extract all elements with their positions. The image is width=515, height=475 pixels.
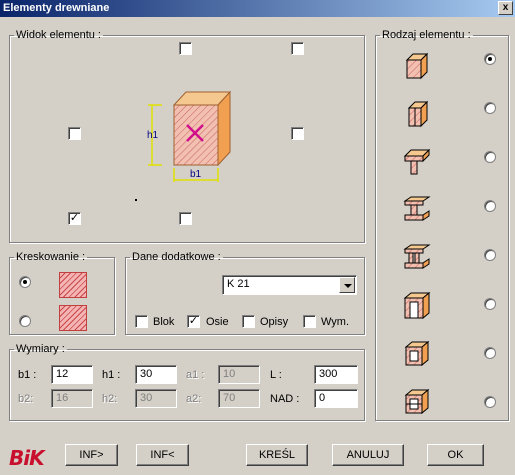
b1-label: b1 : xyxy=(18,369,37,381)
inf-prev-button[interactable]: INF< xyxy=(136,444,189,466)
hatch-pattern-2 xyxy=(59,305,87,331)
dot-marker xyxy=(135,199,137,201)
h2-label: h2: xyxy=(102,393,118,405)
i-section-icon[interactable] xyxy=(403,196,431,224)
l-label: L : xyxy=(270,369,282,381)
hatch-radio-2[interactable] xyxy=(19,315,31,327)
draw-button[interactable]: KREŚL xyxy=(246,444,308,466)
a1-input: 10 xyxy=(218,365,260,384)
window-title: Elementy drewniane xyxy=(3,2,110,14)
kreskowanie-legend: Kreskowanie : xyxy=(16,251,86,263)
close-button[interactable]: x xyxy=(498,1,513,15)
dim-label-h1: h1 xyxy=(147,130,159,141)
element-radio-2[interactable] xyxy=(484,102,496,114)
a2-input: 70 xyxy=(218,389,260,408)
chevron-down-icon[interactable] xyxy=(339,277,355,293)
opisy-checkbox[interactable] xyxy=(242,315,255,328)
double-i-section-icon[interactable] xyxy=(403,244,431,272)
rodzaj-group: Rodzaj elementu : xyxy=(375,29,509,421)
h1-input[interactable]: 30 xyxy=(135,365,177,384)
type-select-value: K 21 xyxy=(227,278,250,290)
view-checkbox-top-center[interactable] xyxy=(179,42,192,55)
nad-input[interactable]: 0 xyxy=(314,389,358,408)
view-checkbox-middle-left[interactable] xyxy=(68,127,81,140)
blok-checkbox[interactable] xyxy=(135,315,148,328)
a1-label: a1 : xyxy=(186,369,205,381)
element-radio-1[interactable] xyxy=(484,53,496,65)
nad-label: NAD : xyxy=(270,393,300,405)
b1-input[interactable]: 12 xyxy=(51,365,93,384)
rectangular-beam-icon[interactable] xyxy=(403,52,431,80)
frame-section-icon[interactable] xyxy=(403,340,431,368)
blok-label: Blok xyxy=(153,316,175,328)
beam-preview-illustration: h1 b1 xyxy=(147,90,232,182)
wymiary-legend: Wymiary : xyxy=(16,343,65,355)
element-radio-7[interactable] xyxy=(484,347,496,359)
dim-label-b1: b1 xyxy=(190,169,202,180)
h1-label: h1 : xyxy=(102,369,121,381)
element-radio-6[interactable] xyxy=(484,298,496,310)
logo-text: BiK xyxy=(9,446,45,470)
view-checkbox-top-right[interactable] xyxy=(291,42,304,55)
view-checkbox-bottom-center[interactable] xyxy=(179,212,192,225)
inf-next-button[interactable]: INF> xyxy=(65,444,118,466)
osie-label: Osie xyxy=(206,316,229,328)
opisy-label: Opisy xyxy=(260,316,289,328)
rodzaj-legend: Rodzaj elementu : xyxy=(382,29,471,41)
dane-legend: Dane dodatkowe : xyxy=(132,251,221,263)
bik-logo: BiK xyxy=(9,446,45,470)
notched-beam-icon[interactable] xyxy=(403,100,431,128)
dialog-window: Elementy drewniane x Widok elementu : ✓ … xyxy=(0,0,515,475)
ok-button[interactable]: OK xyxy=(427,444,484,466)
hatch-radio-1[interactable] xyxy=(19,276,31,288)
title-bar: Elementy drewniane x xyxy=(0,0,515,17)
element-radio-4[interactable] xyxy=(484,200,496,212)
wym-checkbox[interactable] xyxy=(303,315,316,328)
widok-legend: Widok elementu : xyxy=(16,29,101,41)
element-radio-3[interactable] xyxy=(484,151,496,163)
t-section-icon[interactable] xyxy=(403,148,431,176)
b2-label: b2: xyxy=(18,393,34,405)
hollow-section-icon[interactable] xyxy=(403,388,431,416)
l-input[interactable]: 300 xyxy=(314,365,358,384)
osie-checkbox[interactable]: ✓ xyxy=(187,315,200,328)
h2-input: 30 xyxy=(135,389,177,408)
box-section-icon[interactable] xyxy=(403,292,431,320)
element-radio-5[interactable] xyxy=(484,249,496,261)
wym-label: Wym. xyxy=(321,316,350,328)
type-select[interactable]: K 21 xyxy=(222,275,357,295)
view-checkbox-bottom-left[interactable]: ✓ xyxy=(68,212,81,225)
element-radio-8[interactable] xyxy=(484,396,496,408)
view-checkbox-middle-right[interactable] xyxy=(291,127,304,140)
b2-input: 16 xyxy=(51,389,93,408)
hatch-pattern-1 xyxy=(59,272,87,298)
a2-label: a2: xyxy=(186,393,202,405)
cancel-button[interactable]: ANULUJ xyxy=(332,444,404,466)
